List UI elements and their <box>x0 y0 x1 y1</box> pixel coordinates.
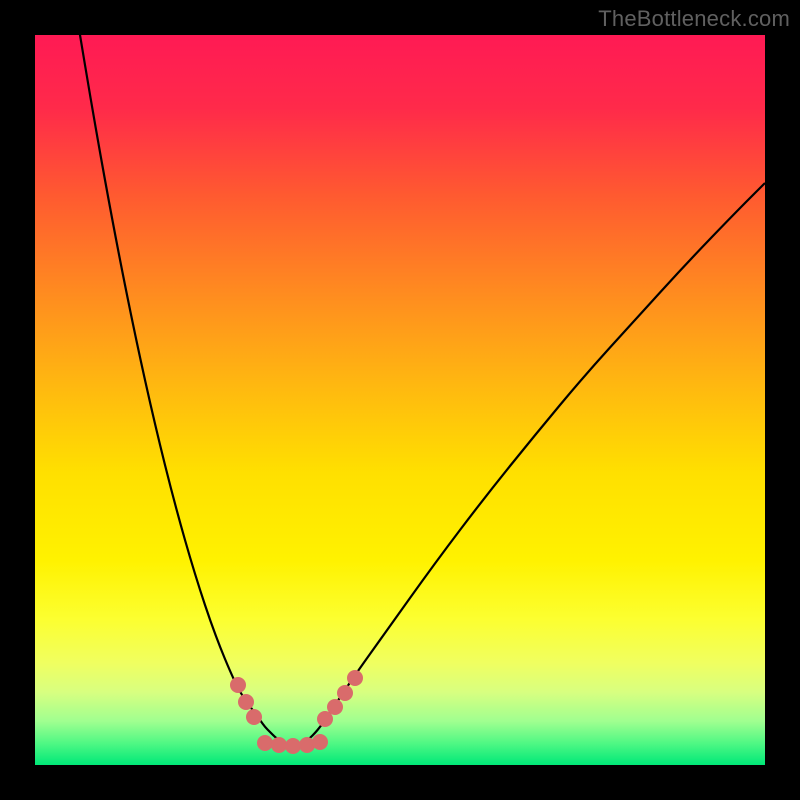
watermark-text: TheBottleneck.com <box>598 6 790 32</box>
bottom-markers-flat-point <box>271 737 287 753</box>
plot-area <box>35 35 765 765</box>
bottom-markers-left-point <box>230 677 246 693</box>
bottom-markers-left-point <box>238 694 254 710</box>
bottom-markers-flat-point <box>257 735 273 751</box>
gradient-background <box>35 35 765 765</box>
chart-svg <box>35 35 765 765</box>
bottom-markers-right-point <box>337 685 353 701</box>
bottom-markers-right-point <box>327 699 343 715</box>
bottom-markers-flat-point <box>285 738 301 754</box>
chart-frame: TheBottleneck.com <box>0 0 800 800</box>
bottom-markers-flat-point <box>312 734 328 750</box>
bottom-markers-right-point <box>347 670 363 686</box>
bottom-markers-left-point <box>246 709 262 725</box>
